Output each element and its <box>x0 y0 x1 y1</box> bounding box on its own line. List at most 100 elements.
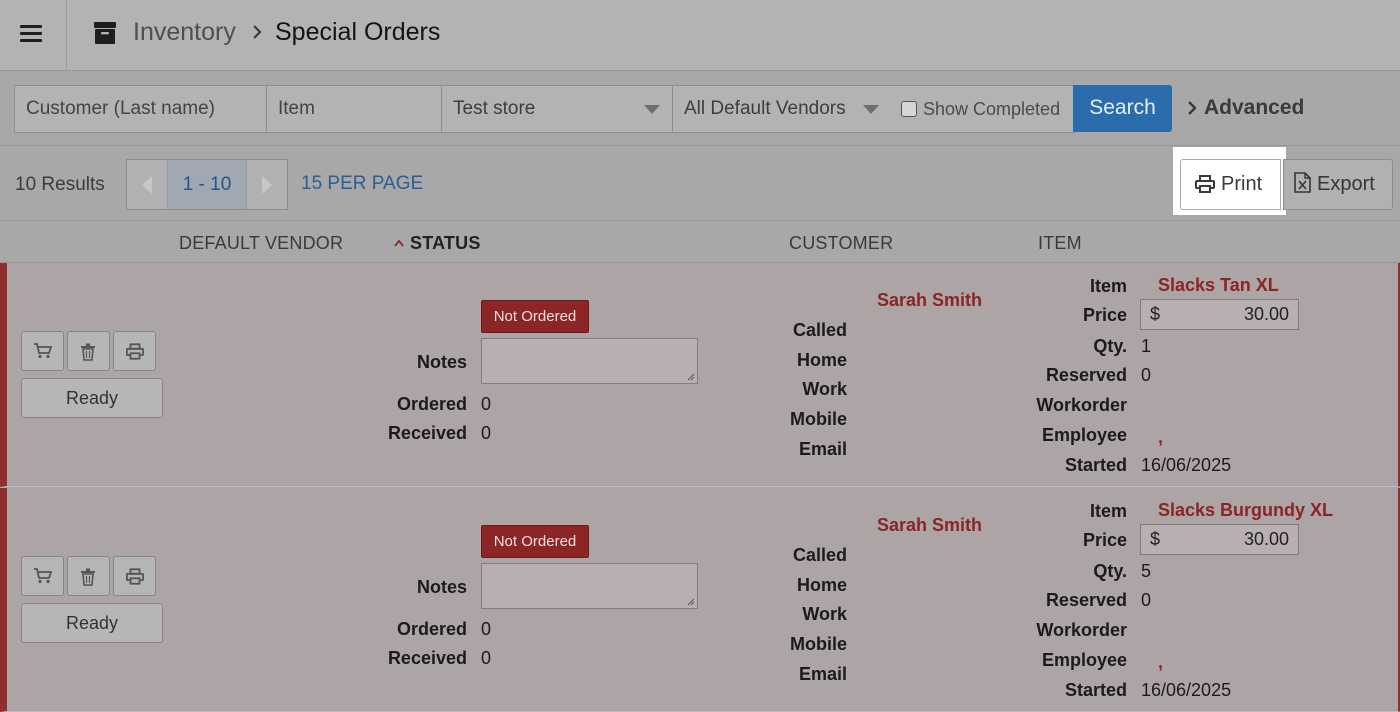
customer-name-link[interactable]: Sarah Smith <box>877 515 982 536</box>
hamburger-icon-line <box>20 39 42 42</box>
show-completed-toggle[interactable]: Show Completed <box>891 85 1074 133</box>
ready-button[interactable]: Ready <box>21 378 163 418</box>
received-value: 0 <box>481 648 492 668</box>
ordered-label: Ordered <box>396 619 467 639</box>
employee-label: Employee <box>1041 425 1127 445</box>
work-phone-label: Work <box>802 379 847 399</box>
results-count: 10 Results <box>15 174 105 195</box>
status-badge[interactable]: Not Ordered <box>481 300 589 333</box>
print-label: Print <box>1221 173 1263 195</box>
excel-file-icon <box>1294 172 1311 193</box>
arrow-right-icon <box>262 176 272 194</box>
hamburger-menu-button[interactable] <box>0 0 67 71</box>
employee-value: , <box>1158 427 1164 447</box>
called-label: Called <box>792 545 847 565</box>
email-label: Email <box>798 439 847 459</box>
show-completed-label: Show Completed <box>923 99 1061 119</box>
vendor-select-value: All Default Vendors <box>684 98 846 119</box>
employee-value: , <box>1158 652 1164 672</box>
column-header-default-vendor[interactable]: DEFAULT VENDOR <box>179 233 343 254</box>
printer-icon <box>1195 175 1215 193</box>
notes-label: Notes <box>416 352 467 372</box>
store-select[interactable]: Test store <box>441 85 673 133</box>
mobile-phone-label: Mobile <box>790 634 847 654</box>
breadcrumb-inventory-link[interactable]: Inventory <box>133 18 236 47</box>
table-header: DEFAULT VENDOR STATUS CUSTOMER ITEM <box>0 222 1400 263</box>
export-button[interactable]: Export <box>1283 159 1393 210</box>
ordered-value: 0 <box>481 394 492 414</box>
reserved-label: Reserved <box>1045 365 1127 385</box>
started-value: 16/06/2025 <box>1141 455 1232 475</box>
pagination: 1 - 10 <box>126 159 288 210</box>
notes-textarea[interactable] <box>481 563 698 609</box>
current-page-range[interactable]: 1 - 10 <box>168 160 246 209</box>
cart-icon <box>34 343 52 359</box>
order-cart-button[interactable] <box>21 556 64 596</box>
dropdown-arrow-icon <box>863 105 879 114</box>
top-header: Inventory Special Orders <box>0 0 1400 71</box>
printer-icon <box>126 568 144 585</box>
item-search-field <box>266 85 442 133</box>
column-header-status[interactable]: STATUS <box>394 233 481 254</box>
customer-last-name-input[interactable] <box>26 86 255 132</box>
export-label: Export <box>1317 173 1375 195</box>
order-cart-button[interactable] <box>21 331 64 371</box>
show-completed-checkbox[interactable] <box>901 101 917 117</box>
chevron-right-icon <box>1188 101 1196 115</box>
notes-textarea[interactable] <box>481 338 698 384</box>
arrow-left-icon <box>142 176 152 194</box>
page-title: Special Orders <box>275 18 441 46</box>
print-order-button[interactable] <box>113 556 156 596</box>
hamburger-icon <box>20 25 42 28</box>
item-label: Item <box>1089 276 1127 296</box>
resize-grip-icon <box>687 373 695 381</box>
next-page-button[interactable] <box>246 160 287 209</box>
reserved-label: Reserved <box>1045 590 1127 610</box>
received-label: Received <box>387 423 467 443</box>
home-phone-label: Home <box>796 575 847 595</box>
vendor-select[interactable]: All Default Vendors <box>672 85 892 133</box>
dropdown-arrow-icon <box>644 105 660 114</box>
per-page-selector[interactable]: 15 PER PAGE <box>301 173 423 195</box>
mobile-phone-label: Mobile <box>790 409 847 429</box>
delete-order-button[interactable] <box>67 556 110 596</box>
ordered-label: Ordered <box>396 394 467 414</box>
resize-grip-icon <box>687 598 695 606</box>
price-input[interactable]: $ 30.00 <box>1140 299 1299 330</box>
column-header-customer[interactable]: CUSTOMER <box>789 233 893 254</box>
qty-value: 5 <box>1141 561 1152 581</box>
qty-value: 1 <box>1141 336 1152 356</box>
received-value: 0 <box>481 423 492 443</box>
work-phone-label: Work <box>802 604 847 624</box>
price-label: Price <box>1082 305 1127 325</box>
status-badge[interactable]: Not Ordered <box>481 525 589 558</box>
called-label: Called <box>792 320 847 340</box>
qty-label: Qty. <box>1093 561 1127 581</box>
customer-search-field <box>14 85 267 133</box>
price-value: 30.00 <box>1243 529 1289 549</box>
printer-icon <box>126 343 144 360</box>
print-button[interactable]: Print <box>1180 159 1281 210</box>
email-label: Email <box>798 664 847 684</box>
item-name-link[interactable]: Slacks Tan XL <box>1158 275 1279 296</box>
started-label: Started <box>1064 680 1127 700</box>
trash-icon <box>81 568 95 586</box>
price-input[interactable]: $ 30.00 <box>1140 524 1299 555</box>
received-label: Received <box>387 648 467 668</box>
previous-page-button[interactable] <box>127 160 168 209</box>
filter-bar: Test store All Default Vendors Show Comp… <box>0 72 1400 146</box>
search-button[interactable]: Search <box>1073 85 1172 132</box>
notes-label: Notes <box>416 577 467 597</box>
ordered-value: 0 <box>481 619 492 639</box>
delete-order-button[interactable] <box>67 331 110 371</box>
table-row: Ready Not Ordered Notes Ordered 0 Receiv… <box>0 488 1400 712</box>
item-input[interactable] <box>278 86 430 132</box>
column-header-item[interactable]: ITEM <box>1038 233 1082 254</box>
print-order-button[interactable] <box>113 331 156 371</box>
item-name-link[interactable]: Slacks Burgundy XL <box>1158 500 1333 521</box>
customer-name-link[interactable]: Sarah Smith <box>877 290 982 311</box>
ready-button[interactable]: Ready <box>21 603 163 643</box>
started-label: Started <box>1064 455 1127 475</box>
item-label: Item <box>1089 501 1127 521</box>
advanced-search-toggle[interactable]: Advanced <box>1188 96 1304 120</box>
